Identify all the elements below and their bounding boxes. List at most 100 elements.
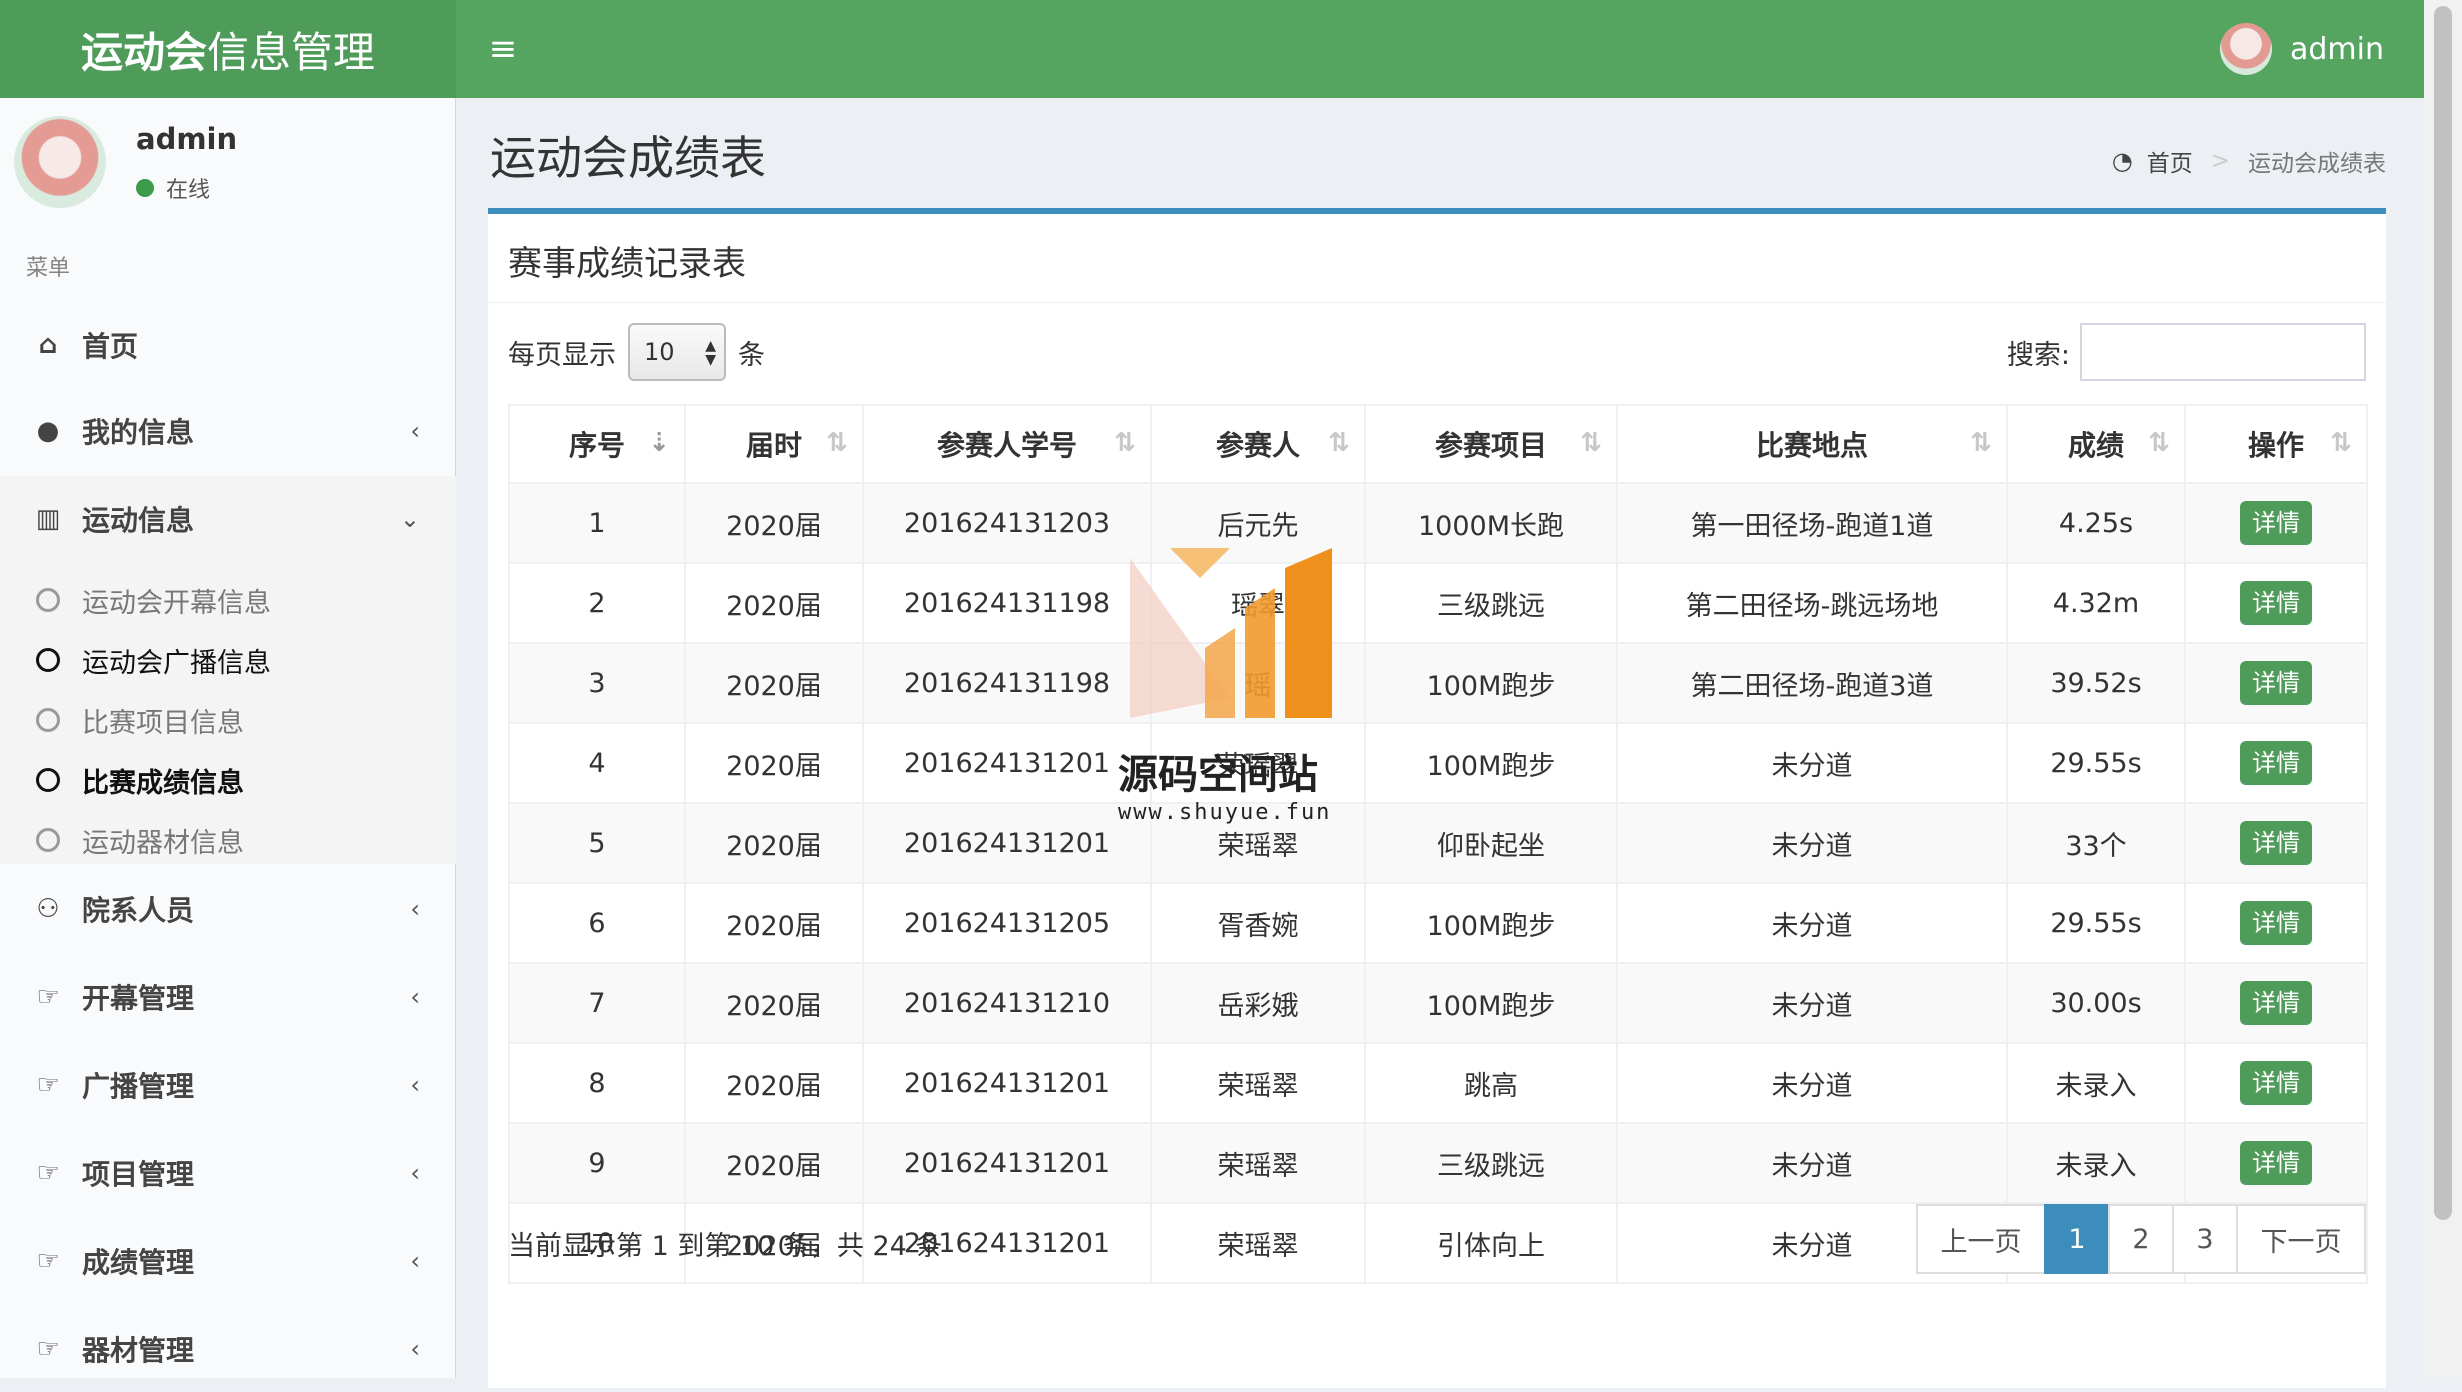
detail-button[interactable]: 详情 <box>2240 661 2312 705</box>
detail-button[interactable]: 详情 <box>2240 741 2312 785</box>
detail-button[interactable]: 详情 <box>2240 1061 2312 1105</box>
table-row: 2 2020届 201624131198 瑶翠 三级跳远 第二田径场-跳远场地 4.32m 详… <box>508 562 2368 644</box>
column-header-event[interactable]: 参赛项目 ⇅ <box>1364 404 1618 484</box>
page-scrollbar[interactable] <box>2424 0 2462 1378</box>
page-title: 运动会成绩表 <box>490 131 766 185</box>
search-control: 搜索: <box>2007 322 2366 382</box>
top-navbar: 运动会 信息管理 ≡ admin <box>0 0 2424 98</box>
sidebar-avatar <box>14 116 106 208</box>
sidebar-item-label: 器材管理 <box>82 1334 195 1367</box>
prev-page-button[interactable]: 上一页 <box>1916 1204 2046 1274</box>
column-header-label: 操作 <box>2247 429 2304 462</box>
cell-venue: 未分道 <box>1616 962 2008 1044</box>
results-box: 赛事成绩记录表 每页显示 10 ▲ ▼ 条 搜索: 序号 ⇣ 届时 ⇅ 参赛人学号 ⇅ … <box>488 208 2386 1388</box>
home-icon: ⌂ <box>38 330 58 360</box>
sort-icon: ⇅ <box>1114 428 1136 458</box>
column-header-action[interactable]: 操作 ⇅ <box>2184 404 2368 484</box>
cell-action: 详情 <box>2184 1042 2368 1124</box>
thumbs-up-icon: ☞ <box>36 1158 60 1188</box>
search-input[interactable] <box>2080 323 2366 381</box>
length-suffix: 条 <box>738 339 765 371</box>
sidebar-item-sports-info[interactable]: ▥ 运动信息 ⌄ <box>0 476 456 562</box>
circle-icon <box>36 708 60 732</box>
column-header-venue[interactable]: 比赛地点 ⇅ <box>1616 404 2008 484</box>
subitem-opening-info[interactable]: 运动会开幕信息 <box>0 570 456 630</box>
page-button-3[interactable]: 3 <box>2172 1204 2238 1274</box>
breadcrumb-home[interactable]: 首页 <box>2147 144 2193 178</box>
subitem-results-info[interactable]: 比赛成绩信息 <box>0 750 456 810</box>
sidebar-item-equipment-mgmt[interactable]: ☞ 器材管理 ‹ <box>0 1306 456 1392</box>
column-header-participant[interactable]: 参赛人 ⇅ <box>1150 404 1366 484</box>
sidebar-item-event-mgmt[interactable]: ☞ 项目管理 ‹ <box>0 1130 456 1216</box>
cell-participant: 荣瑶翠 <box>1150 1122 1366 1204</box>
column-header-index[interactable]: 序号 ⇣ <box>508 404 686 484</box>
cell-index: 4 <box>508 722 686 804</box>
detail-button[interactable]: 详情 <box>2240 901 2312 945</box>
sort-icon: ⇅ <box>1328 428 1350 458</box>
cell-score: 未录入 <box>2006 1122 2186 1204</box>
column-header-session[interactable]: 届时 ⇅ <box>684 404 864 484</box>
page-button-1[interactable]: 1 <box>2044 1204 2110 1274</box>
cell-student-id: 201624131210 <box>862 962 1152 1044</box>
table-row: 9 2020届 201624131201 荣瑶翠 三级跳远 未分道 未录入 详情 <box>508 1122 2368 1204</box>
page-length-select[interactable]: 10 ▲ ▼ <box>628 323 726 381</box>
cell-participant: 岳彩娥 <box>1150 962 1366 1044</box>
next-page-button[interactable]: 下一页 <box>2236 1204 2366 1274</box>
cell-student-id: 201624131203 <box>862 482 1152 564</box>
cell-index: 7 <box>508 962 686 1044</box>
thumbs-up-icon: ☞ <box>36 1070 60 1100</box>
cell-student-id: 201624131201 <box>862 1122 1152 1204</box>
subitem-equipment-info[interactable]: 运动器材信息 <box>0 810 456 870</box>
page-length-control: 每页显示 10 ▲ ▼ 条 <box>508 322 765 382</box>
detail-button[interactable]: 详情 <box>2240 821 2312 865</box>
cell-student-id: 201624131201 <box>862 1042 1152 1124</box>
cell-student-id: 201624131198 <box>862 562 1152 644</box>
cell-event: 100M跑步 <box>1364 962 1618 1044</box>
scrollbar-thumb[interactable] <box>2434 6 2452 1220</box>
chevron-left-icon: ‹ <box>410 1247 420 1275</box>
detail-button[interactable]: 详情 <box>2240 1141 2312 1185</box>
hamburger-menu-icon[interactable]: ≡ <box>478 24 528 74</box>
sidebar-item-label: 院系人员 <box>82 894 195 927</box>
sidebar-item-label: 成绩管理 <box>82 1246 195 1279</box>
detail-button[interactable]: 详情 <box>2240 581 2312 625</box>
cell-participant: 荣瑶翠 <box>1150 1042 1366 1124</box>
column-header-score[interactable]: 成绩 ⇅ <box>2006 404 2186 484</box>
sidebar-item-my-info[interactable]: ● 我的信息 ‹ <box>0 388 456 474</box>
subitem-broadcast-info[interactable]: 运动会广播信息 <box>0 630 456 690</box>
app-logo[interactable]: 运动会 信息管理 <box>0 0 456 98</box>
header-username: admin <box>2290 31 2384 67</box>
circle-icon <box>36 588 60 612</box>
cell-session: 2020届 <box>684 562 864 644</box>
user-menu[interactable]: admin <box>2220 18 2384 80</box>
sidebar-item-broadcast-mgmt[interactable]: ☞ 广播管理 ‹ <box>0 1042 456 1128</box>
watermark-text: 源码空间站 <box>1118 752 1318 798</box>
breadcrumb-current: 运动会成绩表 <box>2248 151 2386 177</box>
sort-icon: ⇅ <box>1580 428 1602 458</box>
subitem-event-info[interactable]: 比赛项目信息 <box>0 690 456 750</box>
online-status-label: 在线 <box>166 178 211 203</box>
cell-participant: 瑶翠 <box>1150 562 1366 644</box>
chevron-left-icon: ‹ <box>410 1159 420 1187</box>
cell-student-id: 201624131198 <box>862 642 1152 724</box>
cell-session: 2020届 <box>684 802 864 884</box>
sidebar-item-department-staff[interactable]: ⚇ 院系人员 ‹ <box>0 866 456 952</box>
cell-venue: 第二田径场-跑道3道 <box>1616 642 2008 724</box>
cell-index: 2 <box>508 562 686 644</box>
sidebar-item-label: 我的信息 <box>82 416 195 449</box>
chevron-left-icon: ‹ <box>410 417 420 445</box>
cell-score: 33个 <box>2006 802 2186 884</box>
sports-info-submenu: 运动会开幕信息 运动会广播信息 比赛项目信息 比赛成绩信息 运动器材信息 <box>0 562 456 864</box>
table-row: 1 2020届 201624131203 后元先 1000M长跑 第一田径场-跑道1道 4.… <box>508 482 2368 564</box>
sidebar-item-label: 开幕管理 <box>82 982 195 1015</box>
table-body: 1 2020届 201624131203 后元先 1000M长跑 第一田径场-跑道1道 4.… <box>508 482 2368 1284</box>
page-button-2[interactable]: 2 <box>2108 1204 2174 1274</box>
column-header-student-id[interactable]: 参赛人学号 ⇅ <box>862 404 1152 484</box>
cell-event: 100M跑步 <box>1364 722 1618 804</box>
detail-button[interactable]: 详情 <box>2240 501 2312 545</box>
sidebar-item-home[interactable]: ⌂ 首页 <box>0 302 456 388</box>
circle-icon <box>36 648 60 672</box>
sidebar-item-opening-mgmt[interactable]: ☞ 开幕管理 ‹ <box>0 954 456 1040</box>
sidebar-item-results-mgmt[interactable]: ☞ 成绩管理 ‹ <box>0 1218 456 1304</box>
detail-button[interactable]: 详情 <box>2240 981 2312 1025</box>
